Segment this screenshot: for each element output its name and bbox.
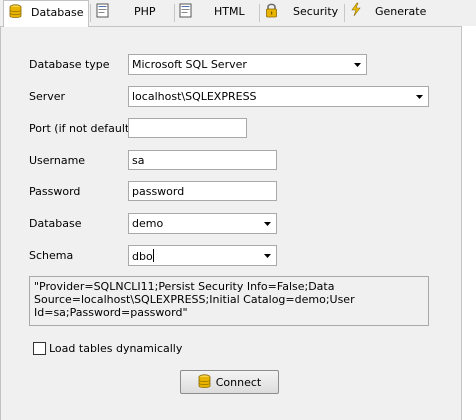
database-type-label: Database type [29,58,110,71]
password-label: Password [29,185,81,198]
tab-bar: Database PHP HTML Security Generate [0,0,476,27]
password-field[interactable]: password [128,181,277,201]
database-combo[interactable]: demo [128,213,277,234]
lightning-icon [350,2,362,20]
php-file-icon [96,3,110,21]
server-combo[interactable]: localhost\SQLEXPRESS [128,86,429,107]
tab-separator [174,4,175,22]
port-field[interactable] [128,118,247,138]
tab-database[interactable]: Database [3,0,89,27]
schema-value-wrap: dbo [132,249,154,263]
database-label: Database [29,217,82,230]
connection-string-box: "Provider=SQLNCLI11;Persist Security Inf… [29,276,429,326]
server-value: localhost\SQLEXPRESS [132,90,257,103]
tab-database-label: Database [31,6,84,19]
tab-security-label: Security [293,5,339,18]
database-type-value: Microsoft SQL Server [132,58,247,71]
tab-separator [259,4,260,22]
load-tables-option[interactable]: Load tables dynamically [33,342,182,355]
load-tables-checkbox[interactable] [33,342,46,355]
schema-label: Schema [29,249,74,262]
html-file-icon [179,3,193,21]
tab-php-label: PHP [134,5,156,18]
database-icon [198,374,211,390]
tab-security[interactable]: Security [263,2,343,24]
port-label: Port (if not default) [29,122,134,135]
chevron-down-icon[interactable] [260,215,275,232]
tab-separator [344,4,345,22]
database-icon [9,4,22,23]
padlock-icon [265,2,278,21]
tab-html-label: HTML [214,5,245,18]
username-field[interactable]: sa [128,150,277,170]
text-caret [152,249,154,262]
tab-html[interactable]: HTML [178,2,258,24]
database-value: demo [132,217,164,230]
server-label: Server [29,90,66,103]
load-tables-label: Load tables dynamically [49,342,183,355]
chevron-down-icon[interactable] [412,88,427,105]
connect-button[interactable]: Connect [180,370,279,394]
chevron-down-icon[interactable] [350,56,365,73]
connect-button-label: Connect [215,375,262,389]
schema-value: dbo [132,250,153,263]
schema-combo[interactable]: dbo [128,245,277,266]
tab-generate-label: Generate [375,5,427,18]
tab-php[interactable]: PHP [94,2,172,24]
database-type-select[interactable]: Microsoft SQL Server [128,54,367,75]
tab-separator [90,4,91,22]
tab-generate[interactable]: Generate [348,2,430,24]
chevron-down-icon[interactable] [260,247,275,264]
username-label: Username [29,154,86,167]
